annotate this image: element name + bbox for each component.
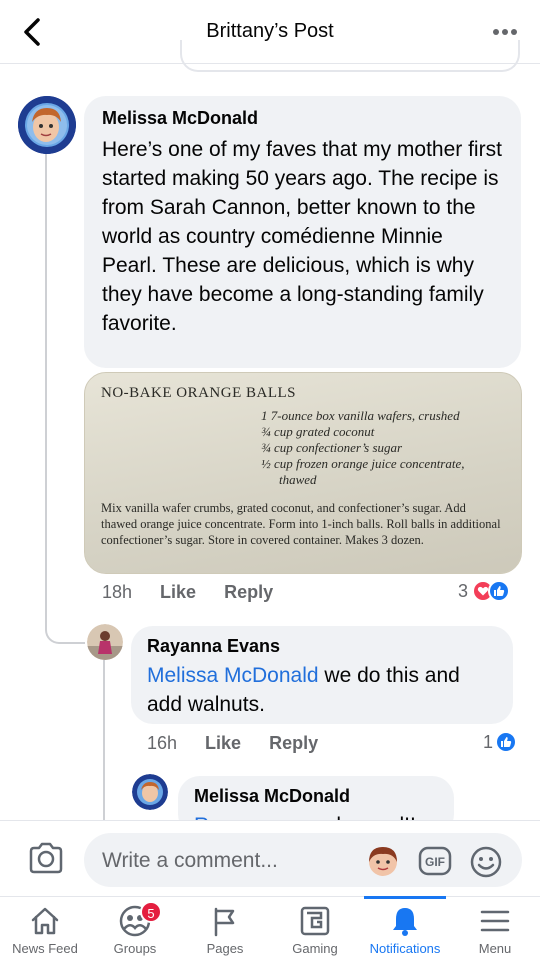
- reaction-count: 1: [483, 731, 494, 752]
- camera-icon[interactable]: [28, 841, 64, 875]
- bell-icon: [393, 908, 417, 936]
- like-button[interactable]: Like: [205, 733, 241, 754]
- more-dots-icon[interactable]: [492, 28, 518, 36]
- gif-button[interactable]: GIF: [418, 846, 452, 876]
- recipe-ingredients: 1 7-ounce box vanilla wafers, crushed ¾ …: [261, 408, 505, 488]
- smiley-icon[interactable]: [470, 846, 502, 878]
- nav-item-gaming[interactable]: Gaming: [270, 897, 360, 960]
- nav-item-groups[interactable]: 5 Groups: [90, 897, 180, 960]
- avatar-sticker-icon[interactable]: [366, 844, 400, 878]
- avatar-image-icon: [18, 96, 76, 154]
- avatar[interactable]: [18, 96, 76, 154]
- comment-time[interactable]: 16h: [147, 733, 177, 754]
- avatar[interactable]: [87, 624, 123, 660]
- like-button[interactable]: Like: [160, 582, 196, 603]
- comment-actions: 16h Like Reply: [147, 733, 318, 754]
- thread-line: [103, 660, 105, 820]
- nav-label: Menu: [478, 941, 512, 956]
- nav-item-news-feed[interactable]: News Feed: [0, 897, 90, 960]
- nav-item-menu[interactable]: Menu: [450, 897, 540, 960]
- mention-link[interactable]: Melissa McDonald: [147, 664, 319, 687]
- nav-item-pages[interactable]: Pages: [180, 897, 270, 960]
- nav-label: Gaming: [292, 941, 338, 956]
- recipe-directions: Mix vanilla wafer crumbs, grated coconut…: [101, 501, 501, 547]
- comment-time[interactable]: 18h: [102, 582, 132, 603]
- flag-icon: [214, 907, 235, 937]
- comment-actions: 18h Like Reply: [102, 582, 273, 603]
- nav-item-notifications[interactable]: Notifications: [360, 896, 450, 960]
- avatar-image-icon: [132, 774, 168, 810]
- gif-icon: GIF: [418, 846, 452, 876]
- nav-label: Notifications: [369, 941, 441, 956]
- reaction-summary[interactable]: 3: [458, 580, 511, 602]
- home-icon: [31, 907, 59, 935]
- comment-composer: Write a comment... GIF: [0, 820, 540, 896]
- ingredient-line: 1 7-ounce box vanilla wafers, crushed: [261, 408, 460, 423]
- comment-author[interactable]: Melissa McDonald: [194, 786, 438, 807]
- comment-text: Melissa McDonald we do this and add waln…: [147, 661, 497, 719]
- recipe-card: NO-BAKE ORANGE BALLS 1 7-ounce box vanil…: [85, 373, 521, 573]
- recipe-title: NO-BAKE ORANGE BALLS: [101, 385, 296, 401]
- nav-label: Pages: [206, 941, 244, 956]
- ingredient-line: ½ cup frozen orange juice concentrate,: [261, 456, 465, 471]
- recipe-photo[interactable]: NO-BAKE ORANGE BALLS 1 7-ounce box vanil…: [84, 372, 522, 574]
- ingredient-line: ¾ cup confectioner’s sugar: [261, 440, 403, 455]
- notification-badge: 5: [140, 901, 162, 923]
- comment-bubble[interactable]: Rayanna Evans Melissa McDonald we do thi…: [131, 626, 513, 724]
- thread-connector: [45, 600, 85, 644]
- reaction-count: 3: [458, 580, 469, 601]
- gaming-icon: [300, 906, 330, 936]
- comment-author[interactable]: Rayanna Evans: [147, 636, 497, 657]
- nav-label: Groups: [113, 941, 157, 956]
- comment-placeholder: Write a comment...: [102, 849, 278, 872]
- ingredient-line: ¾ cup grated coconut: [261, 424, 375, 439]
- like-reaction-icon: [495, 731, 518, 753]
- comment-author[interactable]: Melissa McDonald: [102, 108, 503, 129]
- reply-button[interactable]: Reply: [269, 733, 318, 754]
- comment-bubble[interactable]: Melissa McDonald Here’s one of my faves …: [84, 96, 521, 368]
- ingredient-line: thawed: [279, 472, 317, 487]
- like-reaction-icon: [488, 580, 511, 602]
- gif-label: GIF: [425, 855, 445, 869]
- avatar-image-icon: [87, 624, 123, 660]
- nav-label: News Feed: [12, 941, 78, 956]
- reply-button[interactable]: Reply: [224, 582, 273, 603]
- avatar[interactable]: [132, 774, 168, 810]
- reaction-summary[interactable]: 1: [483, 731, 518, 753]
- comment-text: Here’s one of my faves that my mother fi…: [102, 138, 502, 335]
- thread-line: [45, 152, 47, 622]
- comment-input[interactable]: Write a comment... GIF: [84, 833, 522, 887]
- bottom-navigation: News Feed 5 Groups Pages Gaming Notifica…: [0, 896, 540, 960]
- hamburger-icon: [480, 910, 510, 932]
- previous-comment-bubble-edge: [180, 40, 520, 72]
